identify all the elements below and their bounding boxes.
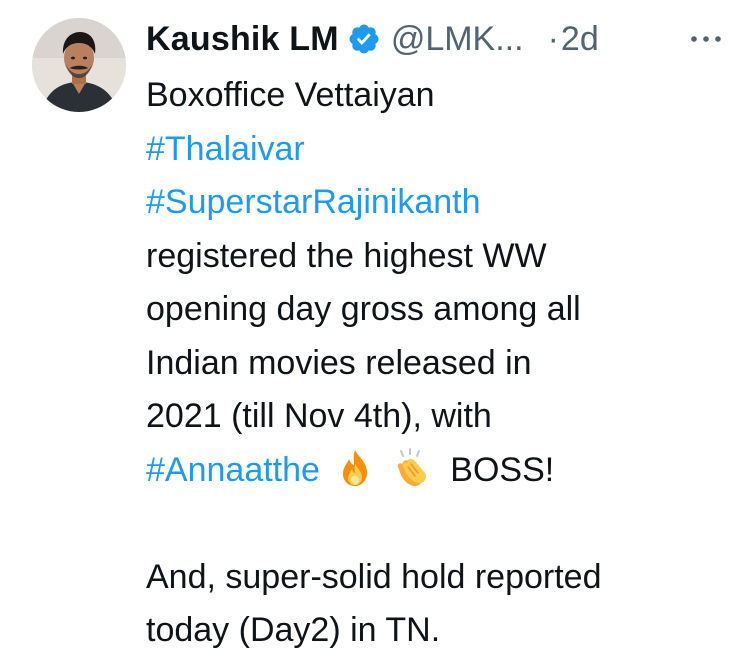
tweet-text: Boxoffice Vettaiyan #Thalaivar #Supersta… xyxy=(146,69,736,658)
tweet-line: 2021 (till Nov 4th), with xyxy=(146,397,492,435)
paragraph-break xyxy=(146,497,736,551)
tweet-line: Boxoffice Vettaiyan xyxy=(146,76,435,114)
hashtag-link[interactable]: #Thalaivar xyxy=(146,130,305,168)
tweet-line: today (Day2) in TN. xyxy=(146,611,441,649)
hashtag-link[interactable]: #Annaatthe xyxy=(146,451,320,489)
tweet-line: And, super-solid hold reported xyxy=(146,557,602,596)
author-name[interactable]: Kaushik LM xyxy=(146,20,339,59)
author-handle[interactable]: @LMK... xyxy=(391,20,524,59)
tweet-timestamp[interactable]: 2d xyxy=(561,20,599,59)
fire-emoji-icon xyxy=(335,448,375,488)
verified-badge-icon xyxy=(347,22,381,56)
more-options-icon[interactable] xyxy=(688,24,728,54)
clapping-hands-emoji-icon xyxy=(391,447,431,488)
tweet-line: Indian movies released in xyxy=(146,343,532,382)
avatar[interactable] xyxy=(32,18,126,112)
hashtag-link[interactable]: #SuperstarRajinikanth xyxy=(146,183,481,221)
tweet-line: registered the highest WW xyxy=(146,236,547,275)
separator-dot: · xyxy=(547,19,559,58)
avatar-photo xyxy=(32,18,126,112)
tweet-card[interactable]: Kaushik LM @LMK... · 2d Boxoffice Vettai… xyxy=(0,0,750,669)
tweet-header: Kaushik LM @LMK... · 2d xyxy=(146,16,599,62)
tweet-line-tail: BOSS! xyxy=(450,450,555,489)
tweet-line: opening day gross among all xyxy=(146,290,581,328)
